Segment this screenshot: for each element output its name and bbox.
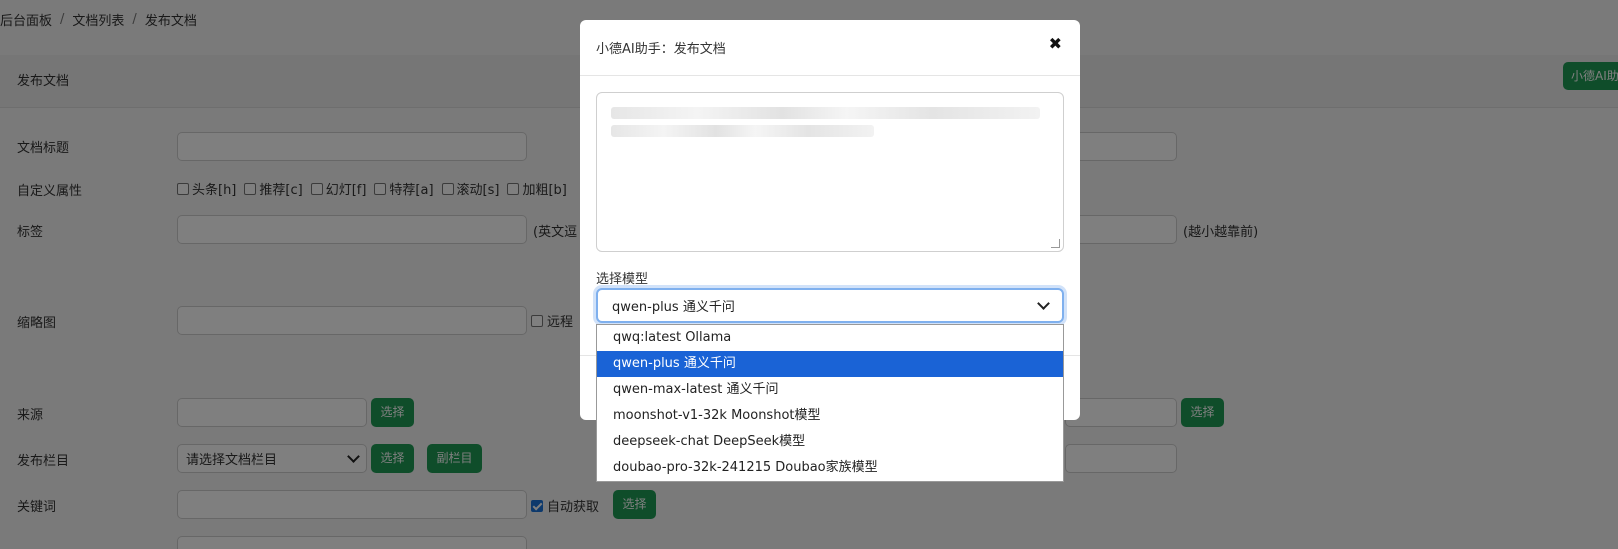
model-option-selected[interactable]: qwen-plus 通义千问	[597, 351, 1063, 377]
model-option[interactable]: moonshot-v1-32k Moonshot模型	[597, 403, 1063, 429]
model-select[interactable]: qwen-plus 通义千问	[596, 288, 1064, 323]
model-select-value: qwen-plus 通义千问	[612, 300, 735, 315]
model-option[interactable]: qwq:latest Ollama	[597, 325, 1063, 351]
model-option[interactable]: deepseek-chat DeepSeek模型	[597, 429, 1063, 455]
prompt-textarea[interactable]	[596, 92, 1064, 252]
model-label: 选择模型	[596, 272, 649, 287]
modal-header: 小德AI助手：发布文档 ✖	[580, 20, 1080, 76]
resize-handle-icon[interactable]	[1051, 239, 1060, 248]
redacted-text	[611, 107, 1041, 119]
close-icon[interactable]: ✖	[1049, 35, 1062, 53]
page: 后台面板 / 文档列表 / 发布文档 发布文档 小德AI助 文档标题 自定义属性…	[0, 0, 1618, 549]
model-option[interactable]: doubao-pro-32k-241215 Doubao家族模型	[597, 455, 1063, 481]
chevron-down-icon	[1037, 297, 1050, 310]
model-dropdown-list: qwq:latest Ollama qwen-plus 通义千问 qwen-ma…	[596, 324, 1064, 482]
redacted-text	[611, 125, 874, 137]
model-option[interactable]: qwen-max-latest 通义千问	[597, 377, 1063, 403]
modal-title: 小德AI助手：发布文档	[596, 42, 726, 57]
